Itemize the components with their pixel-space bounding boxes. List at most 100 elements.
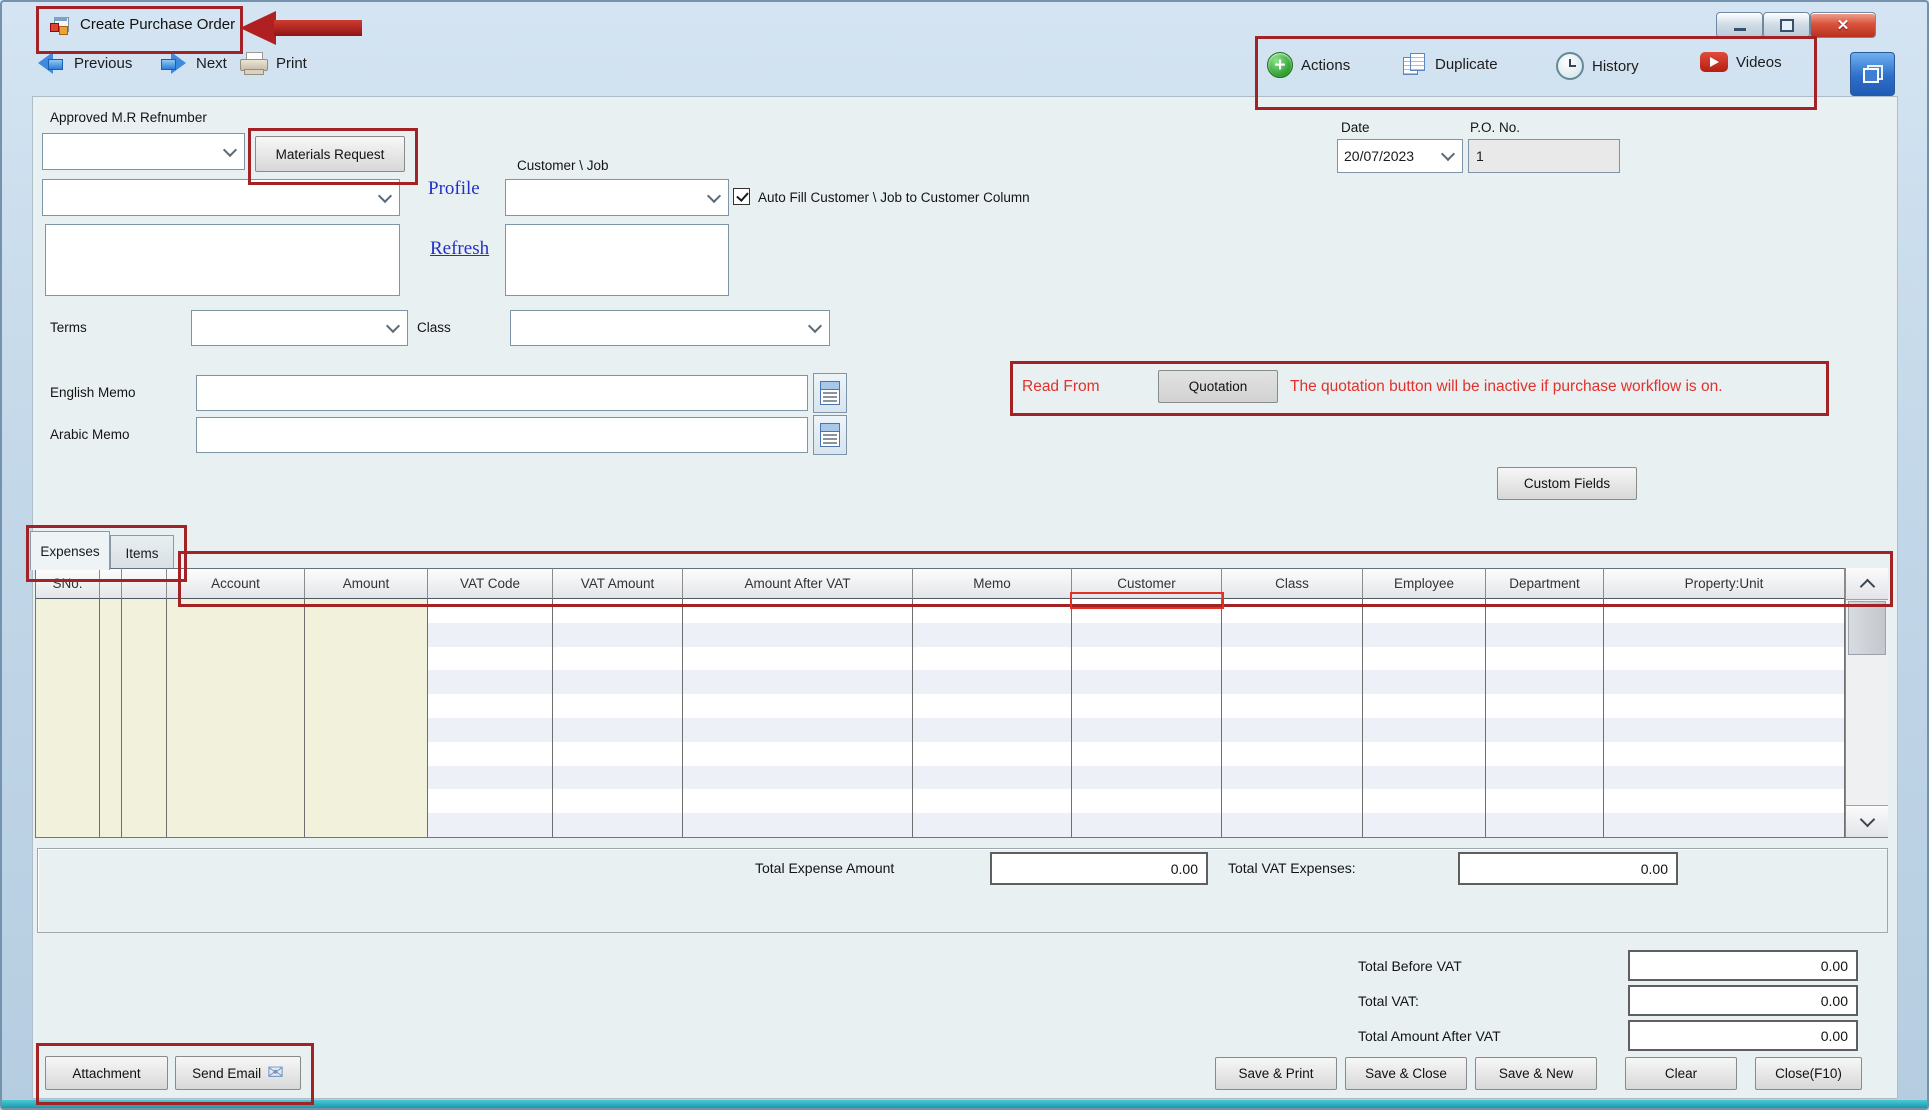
column-header-account[interactable]: Account xyxy=(167,568,305,599)
column-header-vat-amount[interactable]: VAT Amount xyxy=(553,568,683,599)
table-cell[interactable] xyxy=(1222,670,1363,694)
english-memo-input[interactable] xyxy=(196,375,808,411)
table-cell[interactable] xyxy=(1604,718,1845,742)
table-cell[interactable] xyxy=(167,813,305,837)
table-cell[interactable] xyxy=(36,647,100,671)
table-cell[interactable] xyxy=(913,742,1072,766)
table-cell[interactable] xyxy=(1222,742,1363,766)
table-cell[interactable] xyxy=(428,813,553,837)
table-cell[interactable] xyxy=(428,789,553,813)
table-cell[interactable] xyxy=(428,599,553,623)
arabic-memo-notes-button[interactable] xyxy=(813,415,847,455)
table-cell[interactable] xyxy=(36,742,100,766)
table-cell[interactable] xyxy=(1604,742,1845,766)
table-cell[interactable] xyxy=(1604,789,1845,813)
table-cell[interactable] xyxy=(1363,766,1486,790)
column-header-customer[interactable]: Customer xyxy=(1072,568,1222,599)
table-cell[interactable] xyxy=(1363,599,1486,623)
table-cell[interactable] xyxy=(913,718,1072,742)
table-cell[interactable] xyxy=(913,694,1072,718)
table-cell[interactable] xyxy=(428,694,553,718)
table-cell[interactable] xyxy=(122,694,167,718)
table-row[interactable] xyxy=(36,742,1845,766)
column-header-property-unit[interactable]: Property:Unit xyxy=(1604,568,1845,599)
table-cell[interactable] xyxy=(428,647,553,671)
table-cell[interactable] xyxy=(1222,766,1363,790)
quotation-button[interactable]: Quotation xyxy=(1158,370,1278,403)
tab-expenses[interactable]: Expenses xyxy=(30,531,110,570)
column-header-employee[interactable]: Employee xyxy=(1363,568,1486,599)
table-cell[interactable] xyxy=(683,766,913,790)
table-cell[interactable] xyxy=(36,789,100,813)
save-close-button[interactable]: Save & Close xyxy=(1345,1057,1467,1090)
refresh-link[interactable]: Refresh xyxy=(430,238,489,260)
table-cell[interactable] xyxy=(1486,789,1604,813)
table-cell[interactable] xyxy=(683,789,913,813)
table-cell[interactable] xyxy=(100,623,122,647)
arabic-memo-input[interactable] xyxy=(196,417,808,453)
table-cell[interactable] xyxy=(1072,813,1222,837)
table-cell[interactable] xyxy=(1072,623,1222,647)
table-cell[interactable] xyxy=(305,623,428,647)
table-cell[interactable] xyxy=(913,599,1072,623)
table-row[interactable] xyxy=(36,789,1845,813)
table-cell[interactable] xyxy=(1222,647,1363,671)
table-row[interactable] xyxy=(36,647,1845,671)
table-cell[interactable] xyxy=(683,670,913,694)
table-cell[interactable] xyxy=(122,742,167,766)
table-cell[interactable] xyxy=(167,647,305,671)
table-cell[interactable] xyxy=(36,599,100,623)
next-button[interactable]: Next xyxy=(158,52,227,74)
profile-link[interactable]: Profile xyxy=(428,178,480,200)
column-header-sno-[interactable]: SNo. xyxy=(36,568,100,599)
table-cell[interactable] xyxy=(1363,718,1486,742)
table-cell[interactable] xyxy=(36,670,100,694)
actions-button[interactable]: + Actions xyxy=(1267,52,1350,78)
close-f10-button[interactable]: Close(F10) xyxy=(1755,1057,1862,1090)
vendor-address-box[interactable] xyxy=(45,224,400,296)
table-cell[interactable] xyxy=(122,599,167,623)
table-cell[interactable] xyxy=(553,766,683,790)
autofill-checkbox[interactable] xyxy=(733,188,750,205)
table-cell[interactable] xyxy=(1604,813,1845,837)
save-print-button[interactable]: Save & Print xyxy=(1215,1057,1337,1090)
column-header-memo[interactable]: Memo xyxy=(913,568,1072,599)
table-cell[interactable] xyxy=(1604,647,1845,671)
table-cell[interactable] xyxy=(553,599,683,623)
table-cell[interactable] xyxy=(553,670,683,694)
table-cell[interactable] xyxy=(913,623,1072,647)
table-cell[interactable] xyxy=(553,789,683,813)
scroll-up-button[interactable] xyxy=(1846,568,1888,600)
duplicate-button[interactable]: Duplicate xyxy=(1403,52,1498,76)
table-cell[interactable] xyxy=(683,647,913,671)
table-cell[interactable] xyxy=(100,694,122,718)
table-cell[interactable] xyxy=(122,718,167,742)
table-cell[interactable] xyxy=(1486,766,1604,790)
table-cell[interactable] xyxy=(167,694,305,718)
table-cell[interactable] xyxy=(167,789,305,813)
table-cell[interactable] xyxy=(122,789,167,813)
column-header-blank[interactable] xyxy=(100,568,122,599)
table-cell[interactable] xyxy=(100,766,122,790)
table-cell[interactable] xyxy=(1072,694,1222,718)
table-cell[interactable] xyxy=(36,813,100,837)
table-row[interactable] xyxy=(36,623,1845,647)
approved-mr-combo[interactable] xyxy=(42,133,245,170)
table-cell[interactable] xyxy=(1222,718,1363,742)
table-row[interactable] xyxy=(36,599,1845,623)
table-cell[interactable] xyxy=(1072,647,1222,671)
table-cell[interactable] xyxy=(913,670,1072,694)
table-cell[interactable] xyxy=(167,670,305,694)
table-cell[interactable] xyxy=(913,813,1072,837)
table-cell[interactable] xyxy=(167,766,305,790)
table-cell[interactable] xyxy=(1363,670,1486,694)
table-cell[interactable] xyxy=(1486,623,1604,647)
table-cell[interactable] xyxy=(1363,623,1486,647)
table-cell[interactable] xyxy=(100,789,122,813)
custom-fields-button[interactable]: Custom Fields xyxy=(1497,467,1637,500)
table-row[interactable] xyxy=(36,670,1845,694)
table-row[interactable] xyxy=(36,813,1845,837)
table-cell[interactable] xyxy=(100,718,122,742)
table-cell[interactable] xyxy=(553,718,683,742)
table-cell[interactable] xyxy=(36,694,100,718)
